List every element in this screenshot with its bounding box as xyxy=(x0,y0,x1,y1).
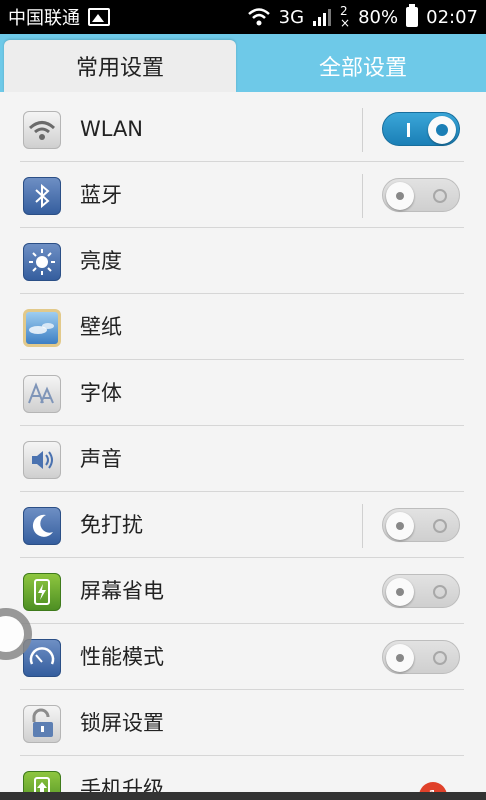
setting-label: 屏幕省电 xyxy=(80,579,164,603)
settings-list: WLAN 蓝牙 亮度 壁纸 字体 声音 免打扰 屏幕省电 性能模式 锁屏设置 手… xyxy=(0,92,486,800)
battery-percent: 80% xyxy=(358,6,399,28)
lock-icon xyxy=(23,705,61,743)
speaker-icon xyxy=(23,441,61,479)
sim2-number: 2 xyxy=(340,4,348,18)
toggle-off-indicator xyxy=(433,519,447,533)
setting-label: 蓝牙 xyxy=(80,183,122,207)
setting-label: 声音 xyxy=(80,447,122,471)
network-type: 3G xyxy=(278,6,305,28)
setting-row-sound[interactable]: 声音 xyxy=(0,426,486,492)
font-icon xyxy=(23,375,61,413)
wifi-signal-icon xyxy=(247,8,270,26)
setting-label: 锁屏设置 xyxy=(80,711,164,735)
carrier-name: 中国联通 xyxy=(8,8,80,29)
setting-row-screen-saving[interactable]: 屏幕省电 xyxy=(0,558,486,624)
bluetooth-icon xyxy=(23,177,61,215)
toggle-off-indicator xyxy=(433,585,447,599)
setting-row-lock-screen[interactable]: 锁屏设置 xyxy=(0,690,486,756)
bottom-bar xyxy=(0,792,486,800)
moon-icon xyxy=(23,507,61,545)
setting-row-bluetooth[interactable]: 蓝牙 xyxy=(0,162,486,228)
toggle-knob xyxy=(428,116,456,144)
screen-saving-toggle[interactable] xyxy=(382,574,460,608)
battery-saver-icon xyxy=(23,573,61,611)
toggle-knob xyxy=(386,182,414,210)
bluetooth-toggle[interactable] xyxy=(382,178,460,212)
toggle-knob xyxy=(386,644,414,672)
cell-signal-icon xyxy=(313,9,332,26)
setting-label: 亮度 xyxy=(80,249,122,273)
setting-row-do-not-disturb[interactable]: 免打扰 xyxy=(0,492,486,558)
status-bar: 中国联通 3G 2 × 80% 02:07 xyxy=(0,0,486,34)
toggle-off-indicator xyxy=(433,189,447,203)
do-not-disturb-toggle[interactable] xyxy=(382,508,460,542)
divider xyxy=(362,504,363,548)
setting-label: 壁纸 xyxy=(80,315,122,339)
tab-all-settings[interactable]: 全部设置 xyxy=(240,40,486,92)
battery-icon xyxy=(406,4,419,27)
setting-row-performance-mode[interactable]: 性能模式 xyxy=(0,624,486,690)
clock: 02:07 xyxy=(426,6,478,28)
wlan-toggle[interactable] xyxy=(382,112,460,146)
toggle-off-indicator xyxy=(433,651,447,665)
divider xyxy=(362,174,363,218)
setting-row-brightness[interactable]: 亮度 xyxy=(0,228,486,294)
brightness-icon xyxy=(23,243,61,281)
toggle-knob xyxy=(386,578,414,606)
setting-label: WLAN xyxy=(80,117,144,141)
tab-bar: 常用设置 全部设置 xyxy=(0,34,486,92)
setting-label: 字体 xyxy=(80,381,122,405)
toggle-knob xyxy=(386,512,414,540)
wifi-icon xyxy=(23,111,61,149)
tab-common-settings[interactable]: 常用设置 xyxy=(4,40,236,92)
sim2-indicator: 2 × xyxy=(340,4,351,30)
setting-label: 性能模式 xyxy=(80,645,164,669)
setting-row-wlan[interactable]: WLAN xyxy=(0,96,486,162)
setting-label: 免打扰 xyxy=(80,513,143,537)
toggle-on-indicator xyxy=(407,123,410,137)
screenshot-notification-icon xyxy=(88,8,110,26)
wallpaper-icon xyxy=(23,309,61,347)
setting-row-wallpaper[interactable]: 壁纸 xyxy=(0,294,486,360)
performance-mode-toggle[interactable] xyxy=(382,640,460,674)
divider xyxy=(362,108,363,152)
setting-row-font[interactable]: 字体 xyxy=(0,360,486,426)
